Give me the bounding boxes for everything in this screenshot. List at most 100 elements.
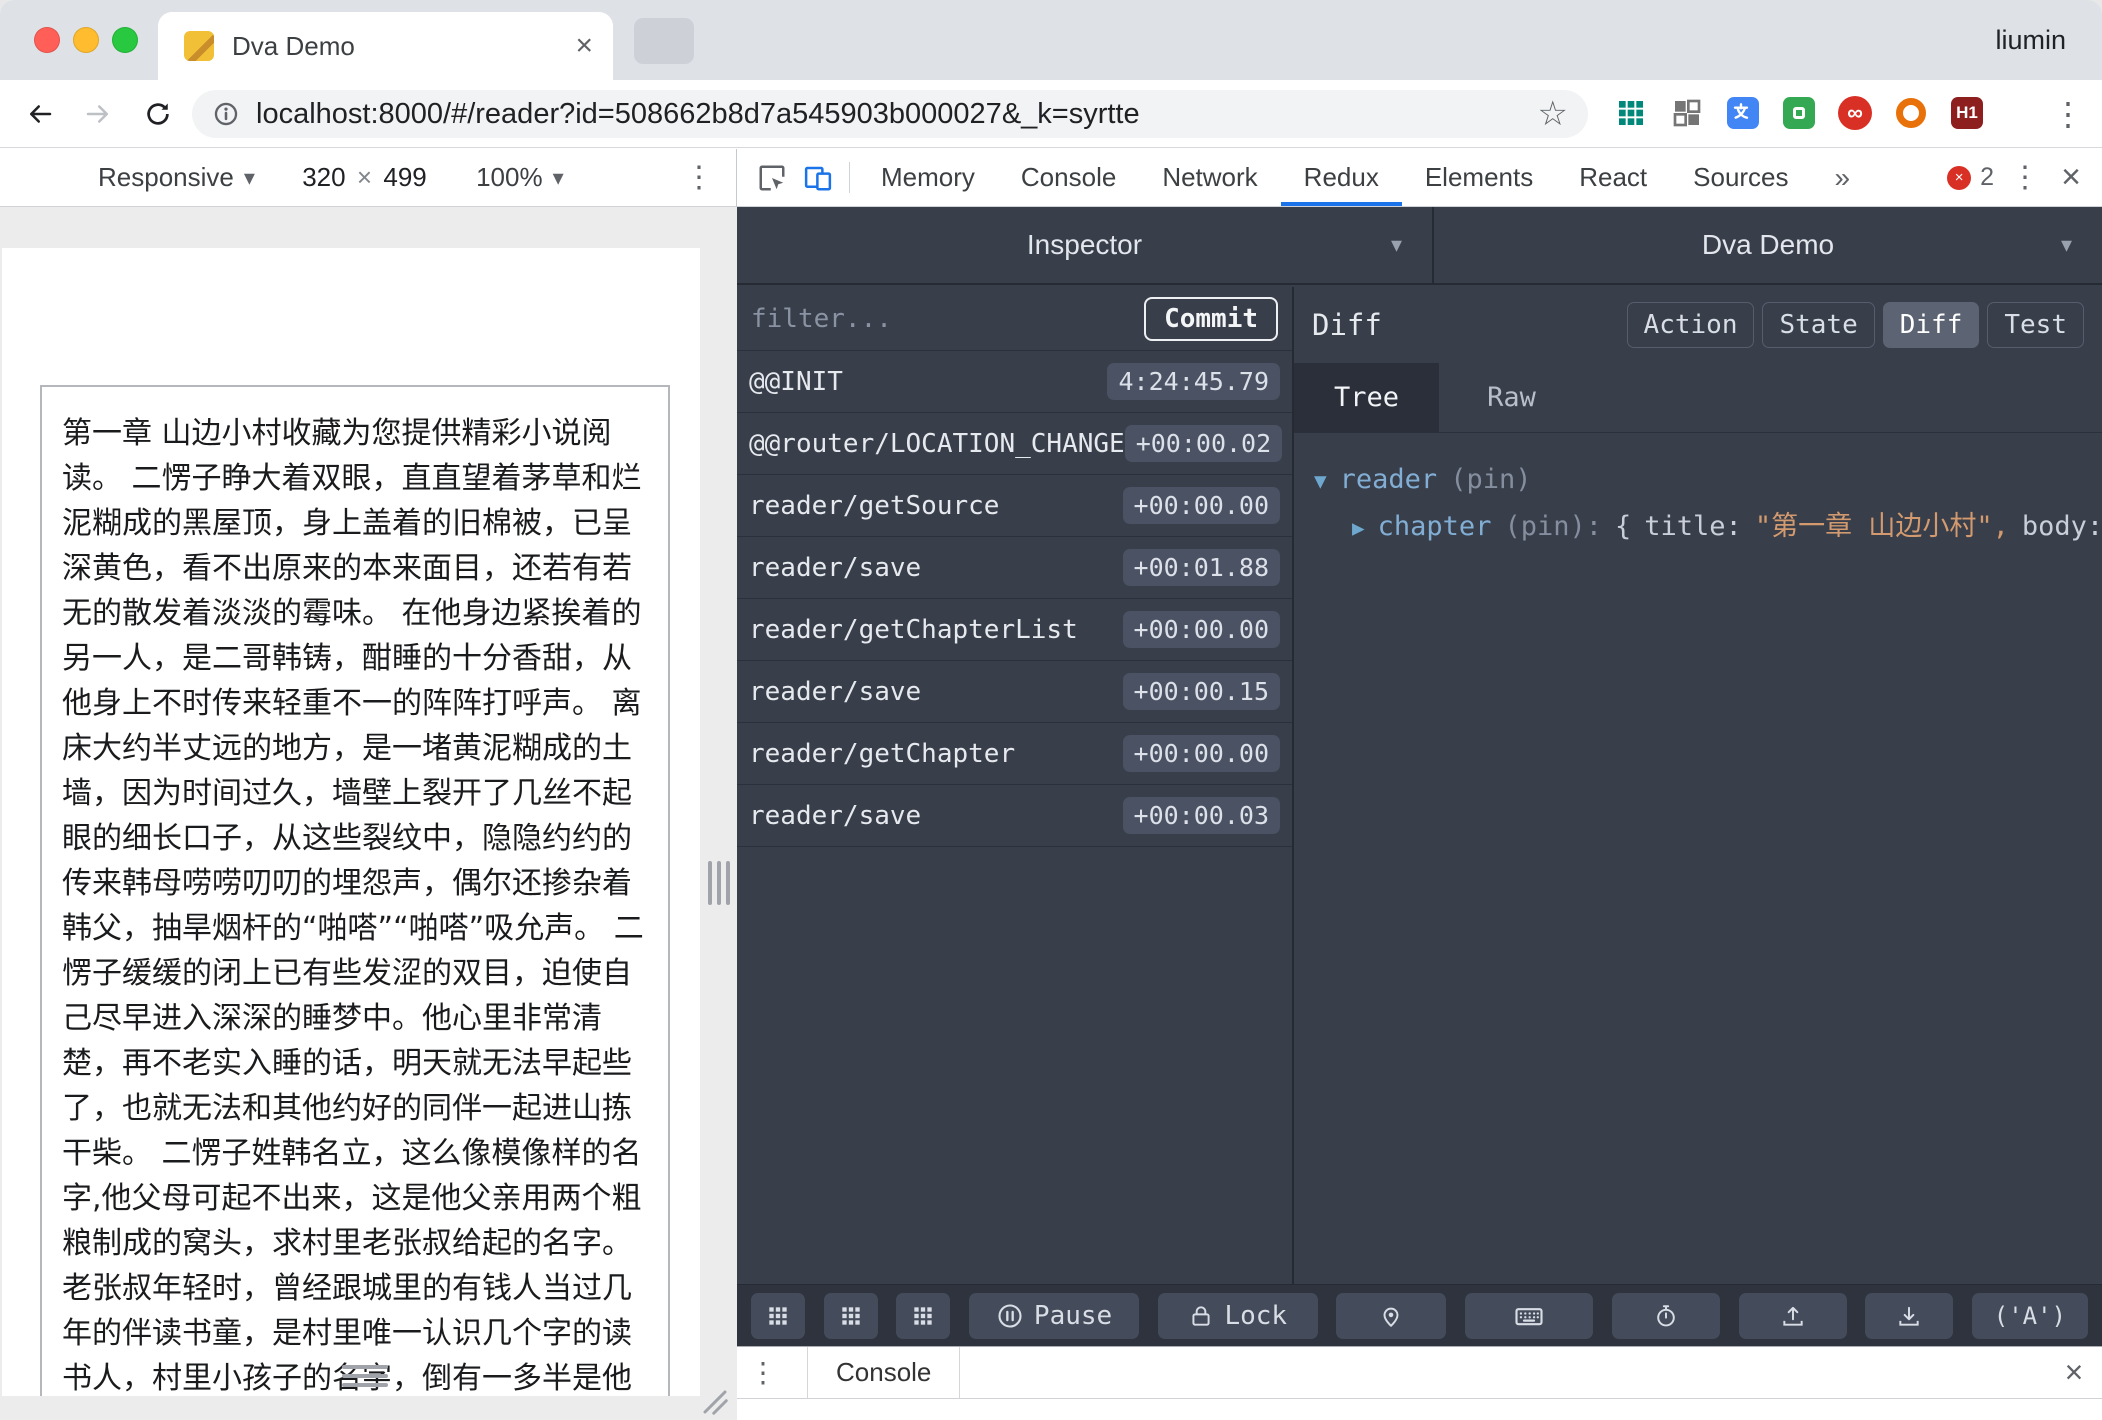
extension-grid-gray-button[interactable] bbox=[1668, 94, 1706, 132]
dispatcher-button[interactable] bbox=[1465, 1292, 1594, 1339]
lock-button[interactable]: Lock bbox=[1157, 1292, 1318, 1339]
viewport-width-handle[interactable] bbox=[708, 861, 730, 905]
browser-tab[interactable]: Dva Demo × bbox=[158, 12, 613, 80]
action-time-badge: +00:00.02 bbox=[1124, 425, 1283, 462]
pause-button[interactable]: Pause bbox=[969, 1292, 1140, 1339]
device-mode-label: Responsive bbox=[98, 162, 234, 192]
drawer-close-button[interactable]: × bbox=[2046, 1347, 2102, 1398]
extension-grid-teal-button[interactable] bbox=[1612, 94, 1650, 132]
charset-button[interactable]: ('A') bbox=[1971, 1292, 2088, 1339]
tab-raw[interactable]: Raw bbox=[1439, 363, 1584, 432]
inspector-select[interactable]: Inspector ▾ bbox=[737, 207, 1432, 283]
forward-button[interactable] bbox=[76, 92, 120, 136]
action-row[interactable]: reader/getChapter +00:00.00 bbox=[737, 723, 1292, 785]
tab-close-button[interactable]: × bbox=[575, 31, 593, 61]
tree-node-reader: ▼ reader (pin) bbox=[1314, 457, 2082, 504]
tree-node-chapter: ▶chapter(pin):{title:"第一章 山边小村",body:"收藏… bbox=[1352, 504, 2102, 551]
collapse-arrow-icon[interactable]: ▶ bbox=[1352, 516, 1365, 540]
devtools-tab-elements[interactable]: Elements bbox=[1402, 149, 1556, 206]
grid-button-1[interactable] bbox=[751, 1292, 805, 1339]
action-filter-input[interactable] bbox=[751, 303, 1145, 334]
inspect-element-button[interactable] bbox=[749, 149, 795, 206]
devtools-tab-network[interactable]: Network bbox=[1139, 149, 1280, 206]
devtools-tab-redux[interactable]: Redux bbox=[1281, 149, 1402, 206]
zoom-window-button[interactable] bbox=[112, 27, 138, 53]
prop-body-key: body: bbox=[2021, 511, 2102, 542]
commit-button[interactable]: Commit bbox=[1144, 296, 1278, 341]
viewport-corner-handle[interactable] bbox=[700, 1387, 730, 1417]
close-window-button[interactable] bbox=[34, 27, 60, 53]
new-tab-button[interactable] bbox=[634, 18, 694, 64]
reload-button[interactable] bbox=[136, 92, 180, 136]
action-filter-row: Commit bbox=[737, 287, 1292, 351]
viewport-height-handle[interactable] bbox=[342, 1365, 388, 1387]
pin-link[interactable]: (pin) bbox=[1450, 464, 1531, 495]
viewport-width-input[interactable] bbox=[294, 162, 353, 193]
node-key[interactable]: chapter bbox=[1378, 511, 1492, 542]
action-row[interactable]: reader/save +00:00.15 bbox=[737, 661, 1292, 723]
action-row[interactable]: reader/getChapterList +00:00.00 bbox=[737, 599, 1292, 661]
device-viewport: 第一章 山边小村收藏为您提供精彩小说阅读。 二愣子睁大着双眼，直直望着茅草和烂泥… bbox=[2, 248, 700, 1396]
site-info-icon[interactable] bbox=[212, 100, 240, 128]
bookmark-star-icon[interactable]: ☆ bbox=[1538, 97, 1568, 131]
extension-h1-button[interactable]: H1 bbox=[1948, 94, 1986, 132]
action-time-badge: +00:00.15 bbox=[1122, 673, 1280, 710]
devtools-tab-react[interactable]: React bbox=[1556, 149, 1670, 206]
reader-card: 第一章 山边小村收藏为您提供精彩小说阅读。 二愣子睁大着双眼，直直望着茅草和烂泥… bbox=[40, 385, 670, 1396]
extension-infinity-button[interactable]: ∞ bbox=[1836, 94, 1874, 132]
toggle-device-toolbar-button[interactable] bbox=[795, 149, 841, 206]
expand-arrow-icon[interactable]: ▼ bbox=[1314, 469, 1327, 493]
timer-button[interactable] bbox=[1611, 1292, 1720, 1339]
instance-select[interactable]: Dva Demo ▾ bbox=[1432, 207, 2102, 283]
drawer-menu-button[interactable]: ⋮ bbox=[737, 1347, 789, 1398]
action-row[interactable]: @@INIT 4:24:45.79 bbox=[737, 351, 1292, 413]
reader-text: 第一章 山边小村收藏为您提供精彩小说阅读。 二愣子睁大着双眼，直直望着茅草和烂泥… bbox=[62, 416, 644, 1396]
node-key[interactable]: reader bbox=[1340, 464, 1438, 495]
import-button[interactable] bbox=[1865, 1292, 1954, 1339]
action-name: @@router/LOCATION_CHANGE bbox=[749, 428, 1125, 459]
profile-name: liumin bbox=[1995, 24, 2066, 55]
grid-button-2[interactable] bbox=[823, 1292, 878, 1339]
minimize-window-button[interactable] bbox=[73, 27, 99, 53]
extension-translate-button[interactable] bbox=[1724, 94, 1762, 132]
url-input[interactable]: localhost:8000/#/reader?id=508662b8d7a54… bbox=[192, 90, 1588, 138]
action-row[interactable]: @@router/LOCATION_CHANGE +00:00.02 bbox=[737, 413, 1292, 475]
devtools-tab-memory[interactable]: Memory bbox=[858, 149, 998, 206]
grid-button-3[interactable] bbox=[896, 1292, 951, 1339]
pin-button[interactable] bbox=[1336, 1292, 1447, 1339]
view-button-state[interactable]: State bbox=[1762, 302, 1875, 348]
devtools-tab-console[interactable]: Console bbox=[998, 149, 1139, 206]
export-button[interactable] bbox=[1738, 1292, 1847, 1339]
stopwatch-icon bbox=[1657, 1304, 1675, 1326]
action-list: Commit @@INIT 4:24:45.79 @@router/LOCATI… bbox=[737, 287, 1294, 1284]
devtools-toolbar-row: Responsive ▾ × 100% ▾ ⋮ Memory Console N… bbox=[0, 149, 2102, 207]
action-name: reader/getChapter bbox=[749, 738, 1016, 769]
action-row[interactable]: reader/save +00:00.03 bbox=[737, 785, 1292, 847]
device-toolbar-menu-button[interactable]: ⋮ bbox=[684, 160, 714, 195]
view-button-action[interactable]: Action bbox=[1626, 302, 1755, 348]
action-row[interactable]: reader/getSource +00:00.00 bbox=[737, 475, 1292, 537]
tab-tree[interactable]: Tree bbox=[1294, 363, 1439, 432]
console-drawer-tab[interactable]: Console bbox=[807, 1347, 961, 1398]
action-row[interactable]: reader/save +00:01.88 bbox=[737, 537, 1292, 599]
devtools-tab-sources[interactable]: Sources bbox=[1670, 149, 1811, 206]
viewport-height-input[interactable] bbox=[376, 162, 435, 193]
view-button-diff[interactable]: Diff bbox=[1882, 302, 1980, 348]
devtools-tab-bar: Memory Console Network Redux Elements Re… bbox=[737, 149, 2102, 207]
zoom-value: 100% bbox=[476, 162, 543, 192]
pin-link[interactable]: (pin): bbox=[1504, 511, 1602, 542]
error-count-badge[interactable]: × 2 bbox=[1939, 149, 2002, 206]
view-button-test[interactable]: Test bbox=[1987, 302, 2084, 348]
pin-icon bbox=[1383, 1307, 1399, 1327]
devtools-close-button[interactable]: × bbox=[2048, 149, 2094, 206]
extension-green-square-button[interactable] bbox=[1780, 94, 1818, 132]
more-tabs-button[interactable]: » bbox=[1812, 149, 1874, 206]
zoom-select[interactable]: 100% ▾ bbox=[476, 162, 564, 193]
extension-ring-button[interactable] bbox=[1892, 94, 1930, 132]
browser-menu-button[interactable]: ⋮ bbox=[2048, 92, 2088, 136]
devtools-menu-button[interactable]: ⋮ bbox=[2002, 149, 2048, 206]
device-mode-select[interactable]: Responsive ▾ bbox=[98, 162, 255, 193]
action-name: reader/save bbox=[749, 800, 922, 831]
action-time-badge: +00:00.00 bbox=[1122, 735, 1280, 772]
back-button[interactable] bbox=[18, 92, 62, 136]
